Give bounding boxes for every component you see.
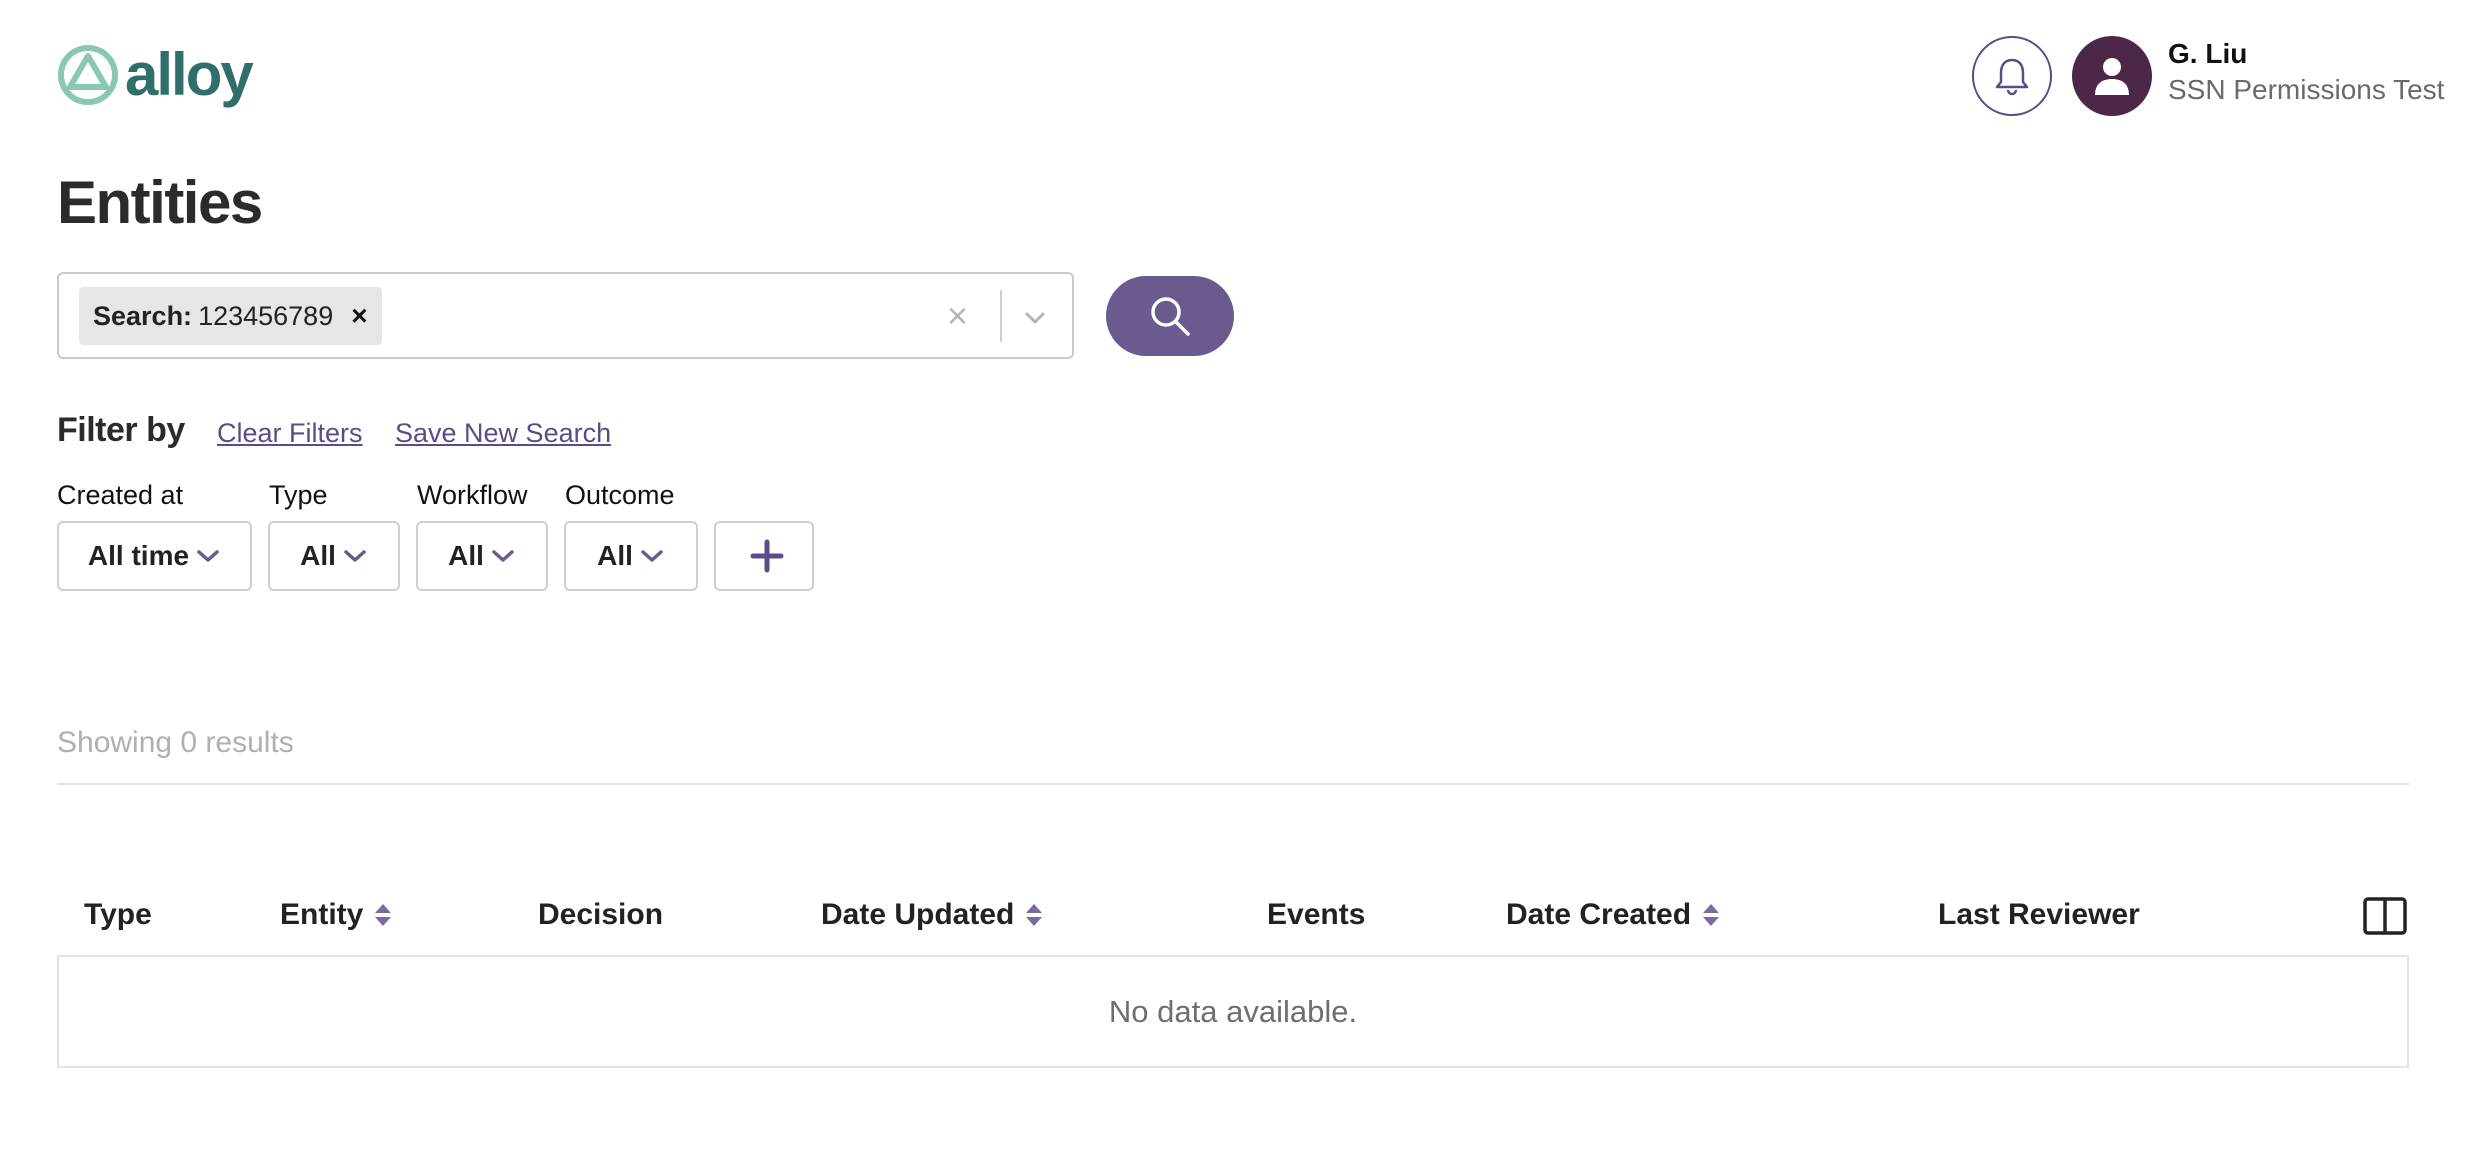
column-header-decision[interactable]: Decision — [538, 898, 663, 932]
results-divider — [57, 783, 2409, 785]
user-name: G. Liu — [2168, 38, 2248, 69]
entities-page: alloy G. Liu SSN Permissions Test Entiti… — [0, 0, 2468, 1170]
page-title: Entities — [57, 169, 263, 236]
alloy-logo-icon — [58, 45, 118, 105]
search-button[interactable] — [1106, 276, 1234, 356]
user-icon — [2095, 58, 2129, 95]
chevron-down-icon — [492, 550, 514, 562]
chevron-down-icon[interactable] — [1021, 304, 1049, 332]
outcome-dropdown[interactable]: All — [564, 521, 698, 591]
bell-icon — [1995, 58, 2029, 96]
clear-search-icon[interactable]: × — [947, 294, 968, 338]
sort-icon — [1703, 904, 1720, 926]
column-header-date-updated[interactable]: Date Updated — [821, 898, 1044, 932]
user-organization: SSN Permissions Test — [2168, 74, 2445, 105]
created-at-value: All time — [87, 540, 190, 571]
search-chip: Search: 123456789 × — [79, 287, 382, 345]
outcome-value: All — [597, 540, 633, 571]
save-new-search-link[interactable]: Save New Search — [395, 418, 611, 449]
column-header-label: Date Updated — [821, 898, 1015, 931]
filter-label-outcome: Outcome — [565, 480, 675, 510]
workflow-value: All — [448, 540, 484, 571]
search-chip-value: 123456789 — [198, 300, 334, 331]
column-header-label: Date Created — [1506, 898, 1692, 931]
workflow-dropdown[interactable]: All — [416, 521, 548, 591]
notifications-button[interactable] — [1972, 36, 2052, 116]
search-chip-key: Search: — [93, 300, 193, 331]
search-divider — [1000, 290, 1002, 342]
chevron-down-icon — [344, 550, 366, 562]
type-dropdown[interactable]: All — [268, 521, 400, 591]
column-header-label: Events — [1267, 898, 1366, 931]
columns-icon[interactable] — [2362, 896, 2408, 936]
search-icon — [1151, 297, 1190, 336]
empty-table-message: No data available. — [1108, 993, 1358, 1029]
plus-icon — [750, 539, 784, 573]
filter-by-heading: Filter by — [57, 411, 185, 449]
column-header-date-created[interactable]: Date Created — [1506, 898, 1721, 932]
column-header-type[interactable]: Type — [84, 898, 152, 932]
table-body: No data available. — [57, 955, 2409, 1068]
column-header-last-reviewer[interactable]: Last Reviewer — [1938, 898, 2140, 932]
column-header-label: Entity — [280, 898, 364, 931]
sort-icon — [375, 904, 392, 926]
filter-label-workflow: Workflow — [417, 480, 528, 510]
column-header-label: Last Reviewer — [1938, 898, 2140, 931]
type-value: All — [300, 540, 336, 571]
sort-icon — [1026, 904, 1043, 926]
search-input[interactable]: Search: 123456789 × × — [57, 272, 1074, 359]
results-count: Showing 0 results — [57, 726, 294, 759]
chevron-down-icon — [641, 550, 663, 562]
chip-remove-icon[interactable]: × — [351, 300, 367, 332]
filter-label-created-at: Created at — [57, 480, 184, 510]
filter-label-type: Type — [269, 480, 328, 510]
clear-filters-link[interactable]: Clear Filters — [217, 418, 363, 449]
alloy-logo[interactable]: alloy — [57, 41, 254, 108]
column-header-label: Type — [84, 898, 152, 931]
column-header-events[interactable]: Events — [1267, 898, 1365, 932]
created-at-dropdown[interactable]: All time — [57, 521, 252, 591]
logo-wordmark: alloy — [125, 41, 254, 108]
user-avatar[interactable] — [2072, 36, 2152, 116]
column-header-entity[interactable]: Entity — [280, 898, 393, 932]
chevron-down-icon — [197, 550, 219, 562]
add-filter-button[interactable] — [714, 521, 814, 591]
column-header-label: Decision — [538, 898, 664, 931]
